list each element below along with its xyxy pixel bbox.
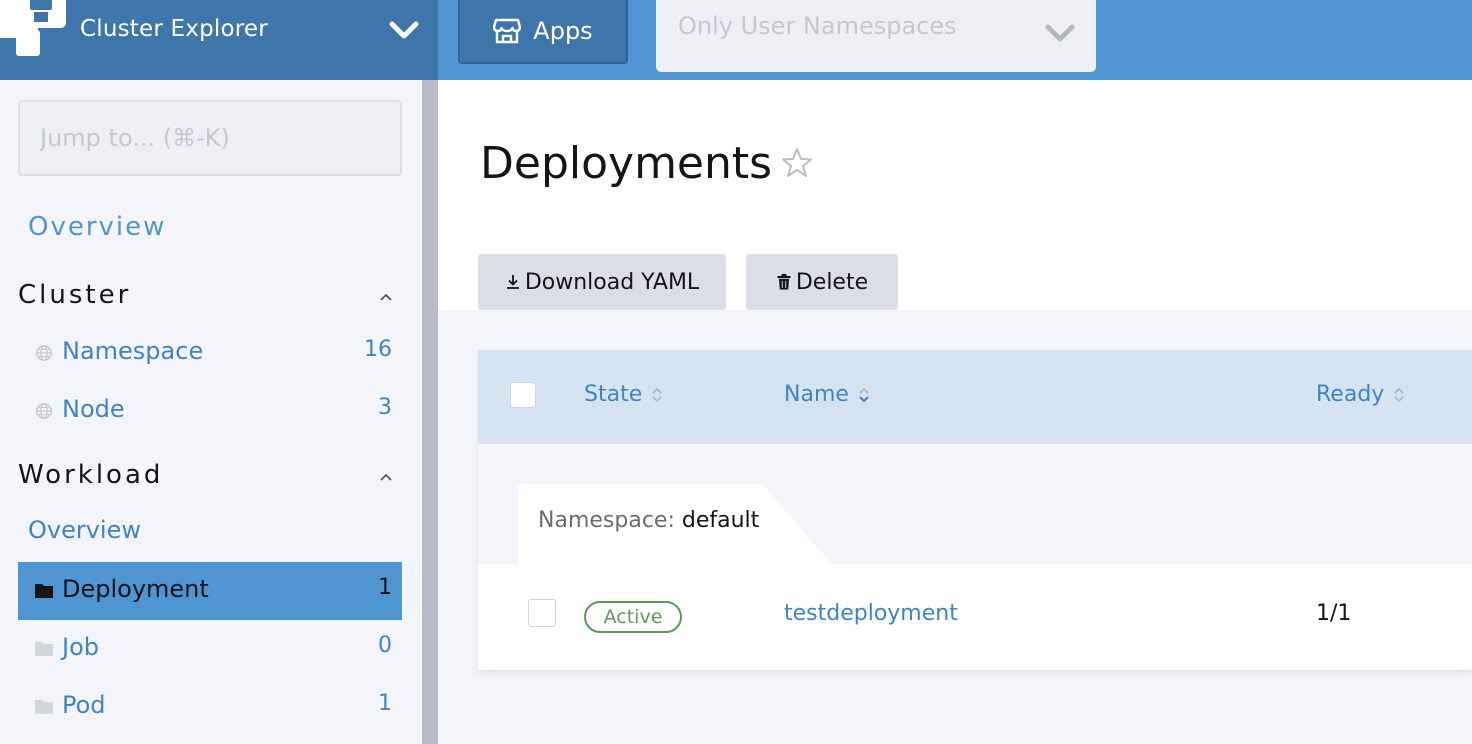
sidebar-item-label: Namespace: [62, 337, 204, 365]
namespace-group-band: Namespace: default: [478, 444, 1472, 564]
row-checkbox[interactable]: [528, 599, 556, 627]
store-icon: [493, 18, 522, 44]
namespace-group-prefix: Namespace:: [538, 508, 675, 533]
jump-to-input[interactable]: [18, 100, 402, 176]
cluster-logo-icon: [0, 0, 66, 56]
namespace-group-tab: Namespace: default: [518, 484, 832, 564]
sidebar-item-overview[interactable]: Overview: [28, 212, 166, 242]
chevron-up-icon[interactable]: [376, 290, 396, 304]
column-header-label: Ready: [1316, 382, 1385, 407]
namespace-filter-select[interactable]: Only User Namespaces: [656, 0, 1096, 72]
deployments-table: State Name Ready Namespace: default Acti…: [478, 350, 1472, 670]
app-title: Cluster Explorer: [80, 16, 268, 42]
namespace-group-label: Namespace: default: [538, 508, 759, 533]
sidebar-item-label: Deployment: [62, 575, 209, 603]
status-badge: Active: [584, 601, 682, 633]
column-header-ready[interactable]: Ready: [1316, 382, 1406, 407]
sidebar-item-count: 0: [378, 633, 392, 658]
sidebar-item-label: Node: [62, 395, 125, 423]
globe-icon: [36, 345, 52, 361]
folder-icon: [35, 584, 53, 598]
sidebar-scrollbar[interactable]: [422, 80, 438, 744]
download-yaml-button[interactable]: Download YAML: [478, 254, 726, 310]
top-bar: Cluster Explorer Apps Only User Namespac…: [0, 0, 1472, 80]
delete-label: Delete: [795, 269, 869, 295]
trash-icon: [777, 274, 791, 290]
globe-icon: [36, 403, 52, 419]
chevron-down-icon[interactable]: [388, 16, 420, 44]
download-icon: [506, 275, 519, 289]
namespace-group-value: default: [681, 508, 760, 533]
page-title: Deployments: [480, 138, 773, 189]
namespace-filter-value: Only User Namespaces: [678, 12, 957, 40]
ready-value: 1/1: [1316, 601, 1352, 626]
group-header-cluster[interactable]: Cluster: [18, 280, 131, 310]
sidebar-item-node[interactable]: Node 3: [18, 382, 402, 440]
sort-icon: [1394, 387, 1404, 402]
column-header-label: Name: [784, 382, 849, 407]
select-all-checkbox[interactable]: [510, 382, 536, 408]
sidebar: Overview Cluster Namespace 16 Node 3 Wor…: [0, 80, 422, 744]
table-row: Active testdeployment 1/1: [478, 564, 1472, 670]
main-content: Deployments Download YAML Delete State N…: [438, 80, 1472, 744]
sort-icon: [652, 387, 662, 402]
table-header: State Name Ready: [478, 350, 1472, 444]
group-header-workload[interactable]: Workload: [18, 460, 163, 490]
deployment-name-link[interactable]: testdeployment: [784, 601, 958, 626]
sidebar-item-deployment[interactable]: Deployment 1: [18, 562, 402, 620]
chevron-down-icon: [1045, 24, 1075, 42]
sidebar-item-count: 1: [378, 691, 392, 716]
apps-button[interactable]: Apps: [458, 0, 628, 64]
sidebar-item-label: Pod: [62, 691, 106, 719]
sidebar-item-count: 3: [378, 395, 392, 420]
sidebar-item-label: Job: [62, 633, 99, 661]
folder-icon: [35, 700, 53, 714]
sidebar-item-job[interactable]: Job 0: [18, 620, 402, 678]
sidebar-item-workload-overview[interactable]: Overview: [28, 516, 141, 544]
star-icon[interactable]: [780, 146, 814, 180]
column-header-state[interactable]: State: [584, 382, 664, 407]
sidebar-item-count: 16: [364, 337, 392, 362]
column-header-name[interactable]: Name: [784, 382, 871, 407]
sort-icon: [859, 387, 869, 402]
download-yaml-label: Download YAML: [524, 269, 700, 295]
folder-icon: [35, 642, 53, 656]
column-header-label: State: [584, 382, 643, 407]
delete-button[interactable]: Delete: [746, 254, 898, 310]
sidebar-item-namespace[interactable]: Namespace 16: [18, 324, 402, 382]
sidebar-item-count: 1: [378, 575, 392, 600]
apps-label: Apps: [533, 17, 593, 45]
cluster-menu[interactable]: Cluster Explorer: [0, 0, 438, 80]
sidebar-item-pod[interactable]: Pod 1: [18, 678, 402, 736]
chevron-up-icon[interactable]: [376, 470, 396, 484]
